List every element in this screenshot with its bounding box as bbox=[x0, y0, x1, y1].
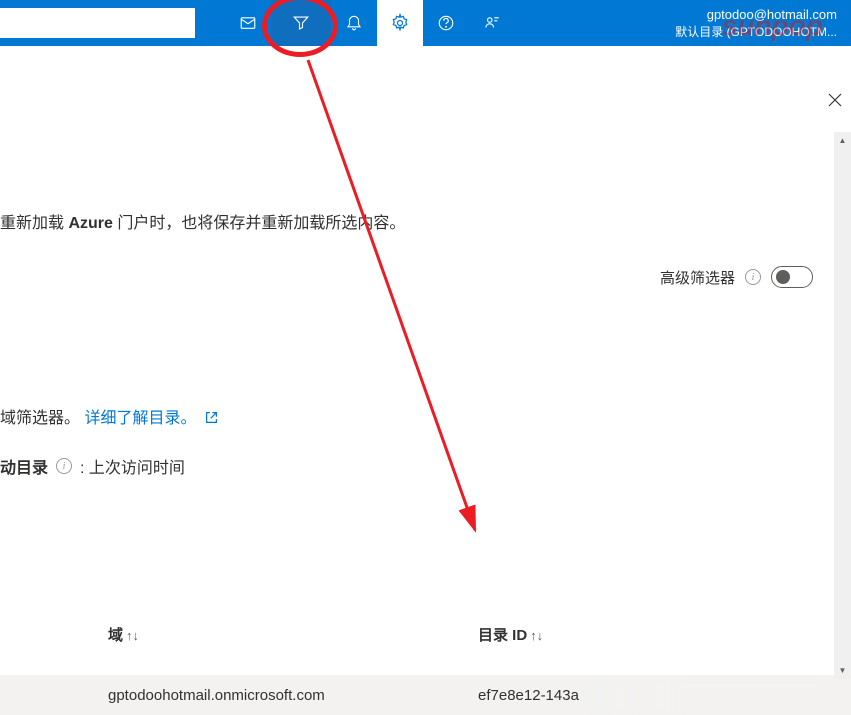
domain-cell: gptodoohotmail.onmicrosoft.com bbox=[108, 687, 478, 704]
notification-icon[interactable] bbox=[331, 0, 377, 46]
advanced-filter-toggle[interactable] bbox=[771, 266, 813, 288]
feedback-icon[interactable] bbox=[469, 0, 515, 46]
filter-icon[interactable] bbox=[271, 0, 331, 46]
sort-icon: ↑↓ bbox=[126, 628, 139, 643]
directory-table: 域↑↓ 目录 ID↑↓ gptodoohotmail.onmicrosoft.c… bbox=[0, 624, 851, 715]
toggle-knob bbox=[776, 270, 790, 284]
table-row[interactable]: gptodoohotmail.onmicrosoft.com ef7e8e12-… bbox=[0, 675, 851, 715]
startup-section: 动目录 i : 上次访问时间 bbox=[0, 454, 185, 478]
header-icons-group bbox=[225, 0, 515, 46]
info-icon[interactable]: i bbox=[56, 458, 72, 474]
directory-id-cell: ef7e8e12-143a bbox=[478, 687, 778, 704]
directory-section: 域筛选器。 详细了解目录。 bbox=[0, 404, 218, 428]
top-header: gptodoo@hotmail.com 默认目录 (GPTODOOHOTM... bbox=[0, 0, 851, 46]
user-email: gptodoo@hotmail.com bbox=[675, 6, 837, 24]
blur-redaction bbox=[583, 682, 823, 712]
last-visit-label: : 上次访问时间 bbox=[80, 454, 185, 478]
scrollbar-track[interactable] bbox=[834, 149, 851, 696]
external-link-icon bbox=[205, 411, 218, 424]
domain-column-header[interactable]: 域↑↓ bbox=[108, 624, 478, 645]
reload-info-text: 重新加载 Azure 门户时，也将保存并重新加载所选内容。 bbox=[0, 209, 405, 233]
startup-directory-label: 动目录 bbox=[0, 454, 48, 478]
search-input[interactable] bbox=[0, 8, 195, 38]
user-directory: 默认目录 (GPTODOOHOTM... bbox=[675, 24, 837, 41]
sort-icon: ↑↓ bbox=[530, 628, 543, 643]
settings-icon[interactable] bbox=[377, 0, 423, 46]
mail-icon[interactable] bbox=[225, 0, 271, 46]
scroll-down-button[interactable]: ▼ bbox=[834, 662, 851, 679]
close-button[interactable] bbox=[825, 90, 845, 110]
directory-id-column-header[interactable]: 目录 ID↑↓ bbox=[478, 624, 778, 645]
advanced-filter-label: 高级筛选器 bbox=[660, 267, 735, 288]
annotation-arrow bbox=[0, 0, 851, 679]
filter-text: 域筛选器。 bbox=[0, 410, 80, 427]
scroll-up-button[interactable]: ▲ bbox=[834, 132, 851, 149]
vertical-scrollbar[interactable]: ▲ ▼ bbox=[834, 132, 851, 679]
learn-more-link[interactable]: 详细了解目录。 bbox=[84, 410, 217, 427]
advanced-filter-section: 高级筛选器 i bbox=[660, 266, 813, 288]
table-headers: 域↑↓ 目录 ID↑↓ bbox=[0, 624, 851, 645]
info-icon[interactable]: i bbox=[745, 269, 761, 285]
help-icon[interactable] bbox=[423, 0, 469, 46]
user-info[interactable]: gptodoo@hotmail.com 默认目录 (GPTODOOHOTM... bbox=[675, 6, 851, 41]
